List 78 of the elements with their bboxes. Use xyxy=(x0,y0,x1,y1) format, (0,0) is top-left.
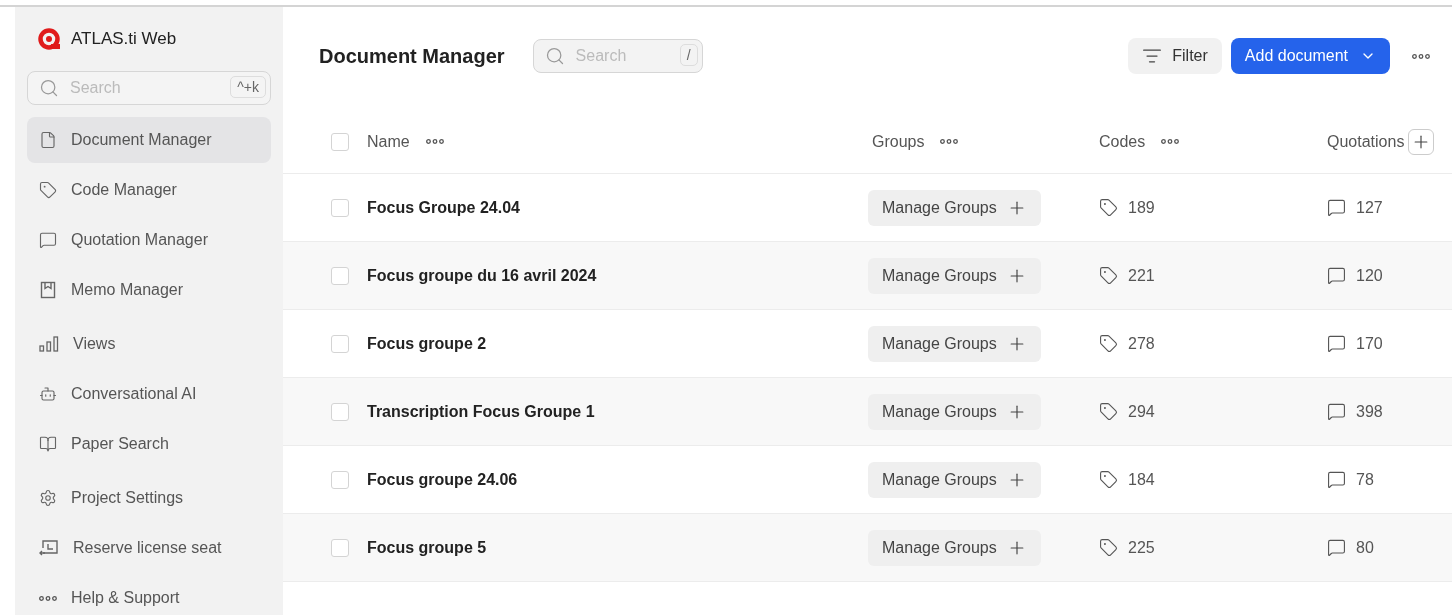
more-icon xyxy=(1161,139,1180,144)
seat-icon xyxy=(39,539,59,557)
manage-groups-button[interactable]: Manage Groups xyxy=(868,461,1041,498)
codes-count: 221 xyxy=(1128,266,1155,285)
speech-bubble-icon xyxy=(1327,266,1346,285)
bookmark-icon xyxy=(39,281,57,299)
tag-icon xyxy=(1099,402,1118,421)
tag-icon xyxy=(1099,470,1118,489)
speech-bubble-icon xyxy=(1327,538,1346,557)
tag-icon xyxy=(1099,198,1118,217)
logo-icon xyxy=(37,27,61,51)
codes-count: 189 xyxy=(1128,198,1155,217)
more-icon xyxy=(1412,53,1430,59)
search-icon xyxy=(39,78,59,98)
quotations-count: 127 xyxy=(1356,198,1383,217)
sidebar-item[interactable]: Code Manager xyxy=(27,167,271,213)
quotations-count: 78 xyxy=(1356,470,1374,489)
document-icon xyxy=(39,131,57,149)
speech-bubble-icon xyxy=(39,231,57,249)
row-checkbox[interactable] xyxy=(331,402,349,421)
manage-groups-button[interactable]: Manage Groups xyxy=(868,529,1041,566)
quotations-count: 120 xyxy=(1356,266,1383,285)
robot-icon xyxy=(39,385,57,403)
row-checkbox[interactable] xyxy=(331,334,349,353)
sidebar-item[interactable]: Views xyxy=(27,321,271,367)
quotations-count: 170 xyxy=(1356,334,1383,353)
codes-count: 278 xyxy=(1128,334,1155,353)
select-all-checkbox[interactable] xyxy=(331,132,349,151)
row-checkbox[interactable] xyxy=(331,198,349,217)
add-document-button[interactable]: Add document xyxy=(1230,38,1390,74)
codes-count: 294 xyxy=(1128,402,1155,421)
speech-bubble-icon xyxy=(1327,198,1346,217)
sidebar-item[interactable]: Project Settings xyxy=(27,475,271,521)
column-header: Codes xyxy=(1099,132,1146,151)
manage-groups-button[interactable]: Manage Groups xyxy=(868,257,1041,294)
tag-icon xyxy=(1099,266,1118,285)
quotations-count: 80 xyxy=(1356,538,1374,557)
more-icon xyxy=(940,139,959,144)
sidebar-item[interactable]: Paper Search xyxy=(27,421,271,467)
manage-groups-button[interactable]: Manage Groups xyxy=(868,325,1041,362)
sidebar-item[interactable]: Quotation Manager xyxy=(27,217,271,263)
more-icon xyxy=(39,595,57,601)
shortcut-hint: / xyxy=(679,44,698,66)
manage-groups-button[interactable]: Manage Groups xyxy=(868,393,1041,430)
column-header: Groups xyxy=(872,132,925,151)
speech-bubble-icon xyxy=(1327,334,1346,353)
quotations-count: 398 xyxy=(1356,402,1383,421)
app-name: ATLAS.ti Web xyxy=(71,29,177,49)
more-icon xyxy=(425,139,444,144)
shortcut-hint: ^+k xyxy=(230,76,266,98)
column-menu-button[interactable] xyxy=(940,139,959,144)
sidebar-item[interactable]: Conversational AI xyxy=(27,371,271,417)
sidebar-item[interactable]: Help & Support xyxy=(27,575,271,615)
tag-icon xyxy=(1099,334,1118,353)
codes-count: 225 xyxy=(1128,538,1155,557)
settings-icon xyxy=(39,489,57,507)
row-checkbox[interactable] xyxy=(331,266,349,285)
book-icon xyxy=(39,435,57,453)
speech-bubble-icon xyxy=(1327,470,1346,489)
column-menu-button[interactable] xyxy=(425,139,444,144)
manage-groups-button[interactable]: Manage Groups xyxy=(868,189,1041,226)
page-title: Document Manager xyxy=(319,44,505,68)
sidebar-item[interactable]: Document Manager xyxy=(27,117,271,163)
add-column-button[interactable] xyxy=(1408,128,1435,155)
speech-bubble-icon xyxy=(1327,402,1346,421)
filter-button[interactable]: Filter xyxy=(1128,38,1222,74)
column-menu-button[interactable] xyxy=(1161,139,1180,144)
row-checkbox[interactable] xyxy=(331,538,349,557)
sidebar-item[interactable]: Memo Manager xyxy=(27,267,271,313)
column-header: Name xyxy=(367,132,410,151)
tag-icon xyxy=(39,181,57,199)
bar-chart-icon xyxy=(39,336,59,352)
column-header: Quotations xyxy=(1327,132,1405,151)
tag-icon xyxy=(1099,538,1118,557)
sidebar-item[interactable]: Reserve license seat xyxy=(27,525,271,571)
search-icon xyxy=(544,46,565,66)
row-checkbox[interactable] xyxy=(331,470,349,489)
codes-count: 184 xyxy=(1128,470,1155,489)
